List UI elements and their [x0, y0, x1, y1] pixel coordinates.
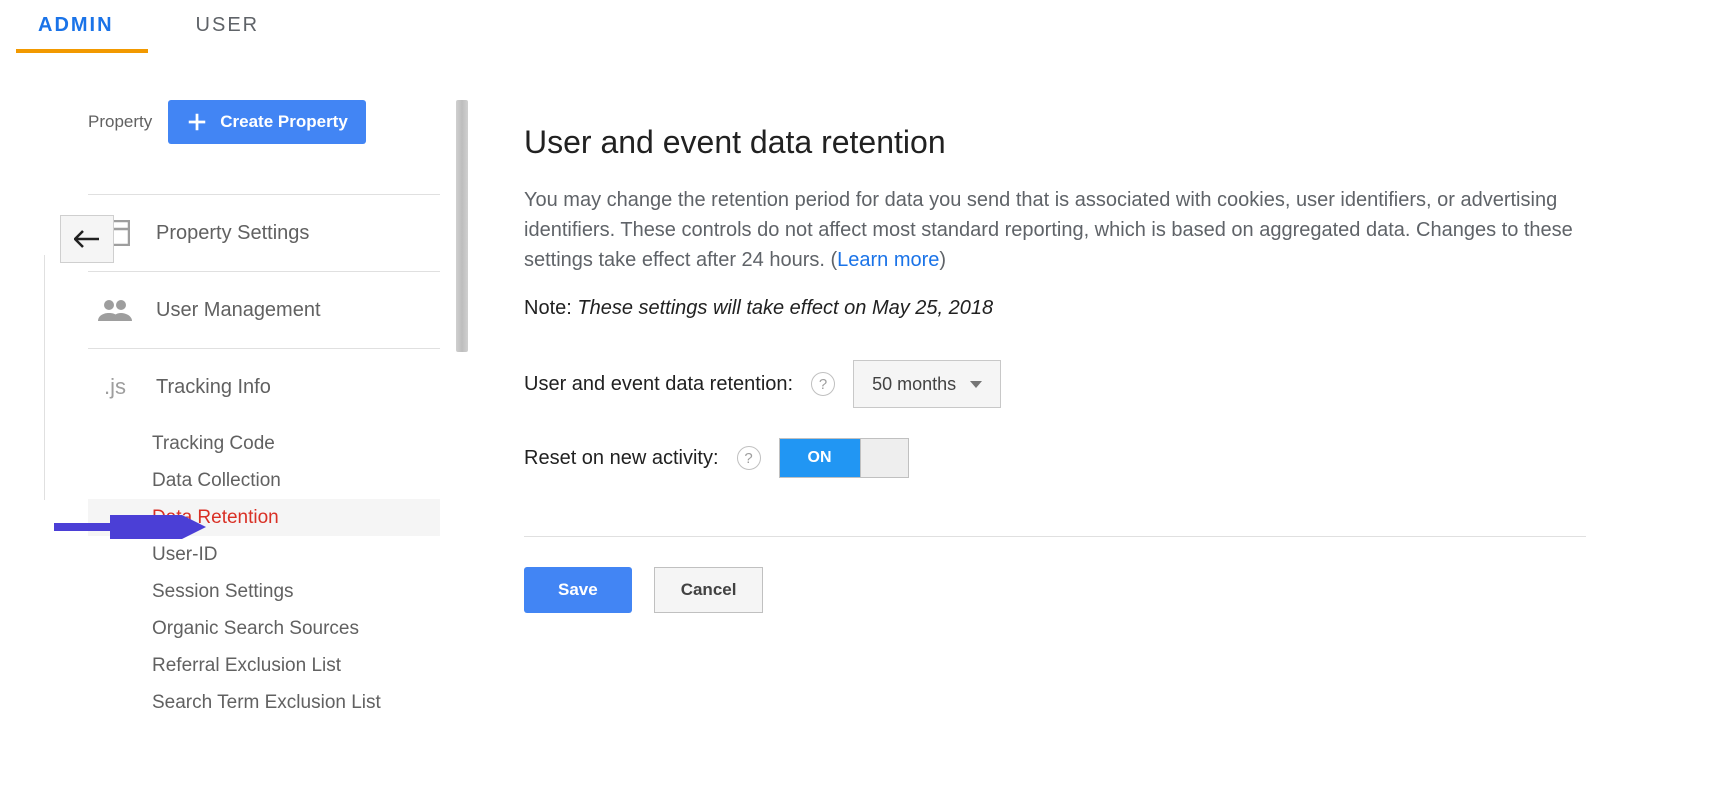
sidebar-item-label: Property Settings [156, 222, 309, 245]
cancel-button[interactable]: Cancel [654, 567, 764, 613]
help-icon[interactable]: ? [737, 446, 761, 470]
property-sidebar: Property Create Property Property Settin… [88, 100, 440, 729]
intro-paragraph: You may change the retention period for … [524, 185, 1586, 275]
main-content: User and event data retention You may ch… [476, 52, 1626, 613]
tracking-info-submenu: Tracking Code Data Collection Data Reten… [88, 425, 440, 729]
help-icon[interactable]: ? [811, 372, 835, 396]
property-column-label: Property [88, 112, 152, 132]
people-icon [98, 299, 132, 321]
separator [524, 536, 1586, 537]
sub-item-tracking-code[interactable]: Tracking Code [88, 425, 440, 462]
sidebar-item-label: Tracking Info [156, 376, 271, 399]
retention-dropdown[interactable]: 50 months [853, 360, 1001, 408]
back-arrow-icon [74, 230, 100, 248]
reset-activity-row: Reset on new activity: ? ON [524, 438, 1586, 478]
plus-icon [186, 111, 208, 133]
top-tabs: ADMIN USER [0, 0, 1726, 52]
reset-toggle[interactable]: ON [779, 438, 909, 478]
page-title: User and event data retention [524, 124, 1586, 161]
form-actions: Save Cancel [524, 567, 1586, 613]
sidebar-item-tracking-info[interactable]: .js Tracking Info [88, 349, 440, 425]
retention-dropdown-value: 50 months [872, 374, 956, 395]
sidebar-item-label: User Management [156, 299, 321, 322]
caret-down-icon [970, 381, 982, 388]
back-button[interactable] [60, 215, 114, 263]
reset-label: Reset on new activity: [524, 447, 719, 470]
retention-label: User and event data retention: [524, 373, 793, 396]
tab-admin[interactable]: ADMIN [34, 0, 140, 51]
create-property-label: Create Property [220, 112, 348, 132]
retention-period-row: User and event data retention: ? 50 mont… [524, 360, 1586, 408]
sub-item-organic-search-sources[interactable]: Organic Search Sources [88, 610, 440, 647]
learn-more-link[interactable]: Learn more [837, 249, 939, 271]
account-tree-line [44, 255, 45, 500]
sub-item-data-collection[interactable]: Data Collection [88, 462, 440, 499]
toggle-off-side [860, 439, 908, 477]
sub-item-user-id[interactable]: User-ID [88, 536, 440, 573]
sub-item-data-retention[interactable]: Data Retention [88, 499, 440, 536]
sub-item-session-settings[interactable]: Session Settings [88, 573, 440, 610]
sidebar-item-property-settings[interactable]: Property Settings [88, 195, 440, 271]
sub-item-referral-exclusion-list[interactable]: Referral Exclusion List [88, 647, 440, 684]
tab-user[interactable]: USER [192, 0, 286, 51]
save-button[interactable]: Save [524, 567, 632, 613]
sub-item-search-term-exclusion-list[interactable]: Search Term Exclusion List [88, 684, 440, 721]
effective-date-note: Note: These settings will take effect on… [524, 297, 1586, 320]
create-property-button[interactable]: Create Property [168, 100, 366, 144]
sidebar-item-user-management[interactable]: User Management [88, 272, 440, 348]
toggle-on-label: ON [780, 439, 860, 477]
js-icon: .js [98, 374, 132, 400]
